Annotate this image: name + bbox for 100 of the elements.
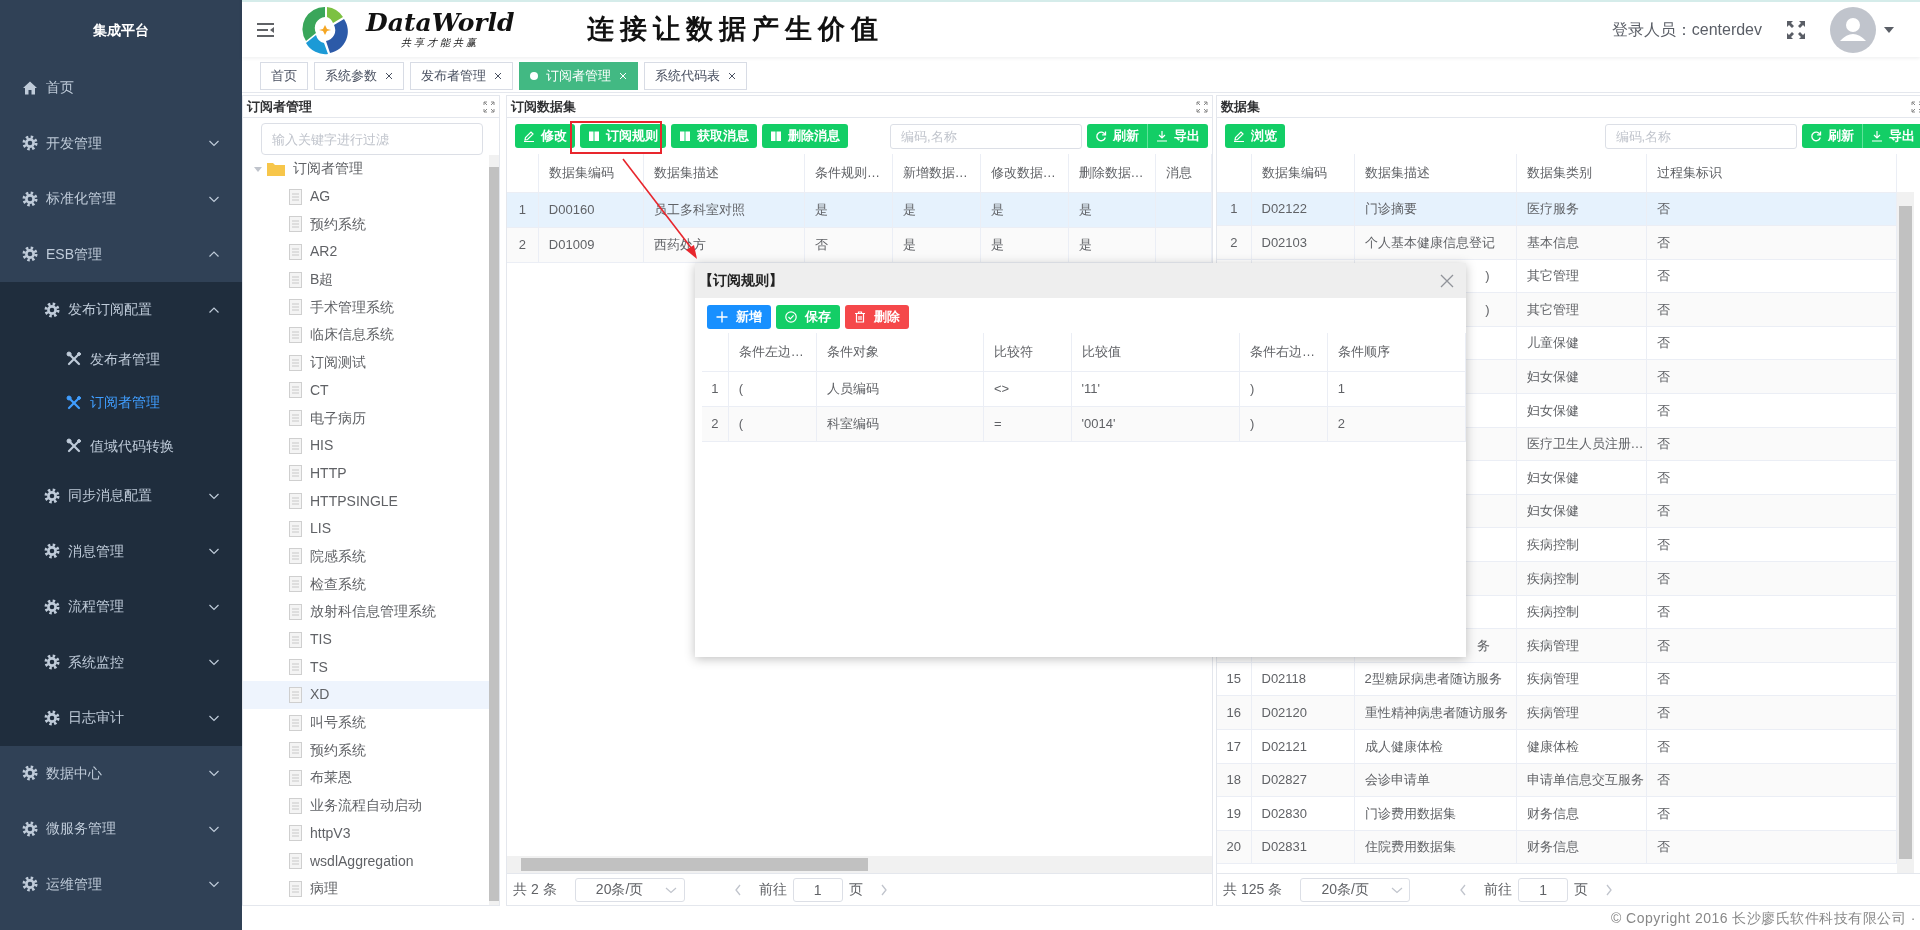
tree-item[interactable]: 预约系统 (243, 736, 489, 765)
page-tab[interactable]: 发布者管理 (410, 62, 513, 90)
table-row[interactable]: 1 D02122 门诊摘要 医疗服务 否 (1217, 192, 1896, 226)
tree-item[interactable]: 放射科信息管理系统 (243, 598, 489, 626)
menu-item[interactable]: 开发管理 (0, 115, 242, 171)
tree-item[interactable]: TIS (243, 625, 489, 654)
table-row[interactable]: 18 D02827 会诊申请单 申请单信息交互服务 否 (1217, 763, 1896, 797)
menu-item[interactable]: ESB管理 (0, 226, 242, 282)
scrollbar[interactable] (507, 856, 1212, 873)
close-icon[interactable] (494, 72, 502, 80)
tree-item[interactable]: 院感系统 (243, 542, 489, 571)
expand-icon[interactable] (1196, 100, 1208, 113)
tree-item[interactable]: 电子病历 (243, 404, 489, 432)
search-field[interactable]: 编码,名称 (1604, 123, 1797, 149)
gear-icon (44, 598, 60, 615)
tree-item[interactable]: 叫号系统 (243, 708, 489, 737)
close-icon[interactable] (385, 72, 393, 80)
tree-item[interactable]: 订阅测试 (243, 348, 489, 377)
tree-item[interactable]: 预约系统 (243, 210, 489, 239)
tree-item[interactable]: LIS (243, 514, 489, 543)
column-header[interactable]: 过程集标识 (1646, 154, 1896, 192)
table-row[interactable]: 16 D02120 重性精神病患者随访服务 疾病管理 否 (1217, 695, 1896, 730)
tree-item[interactable]: B超 (243, 265, 489, 294)
tools-icon (66, 438, 82, 455)
column-header[interactable]: 条件右边… (1239, 333, 1328, 371)
tree-item[interactable]: 病理 (243, 874, 489, 903)
column-header[interactable]: 数据集描述 (643, 154, 805, 192)
scrollbar[interactable] (489, 155, 499, 905)
column-header[interactable]: 消息 (1155, 154, 1212, 192)
column-header[interactable]: 数据集编码 (538, 154, 644, 192)
column-header[interactable]: 数据集类别 (1516, 154, 1646, 192)
menu-item[interactable]: 运维管理 (0, 856, 242, 912)
filter-field[interactable]: 输入关键字进行过滤 (261, 123, 483, 155)
menu-item[interactable]: 发布订阅配置 (0, 282, 242, 338)
tree-item[interactable]: 订阅者管理 (243, 155, 489, 183)
menu-item[interactable]: 数据中心 (0, 745, 242, 801)
page-size-select[interactable]: 20条/页 (1300, 877, 1411, 902)
row-number: 15 (1217, 662, 1251, 696)
tree-item[interactable]: XD (243, 681, 489, 709)
menu-item[interactable]: 值域代码转换 (0, 424, 242, 468)
column-header[interactable]: 数据集描述 (1354, 154, 1516, 192)
menu-item[interactable]: 同步消息配置 (0, 468, 242, 524)
menu-item[interactable]: 微服务管理 (0, 801, 242, 857)
panel-title: 订阅者管理 (247, 97, 312, 116)
page-tab[interactable]: 系统代码表 (644, 62, 747, 90)
column-header[interactable]: 条件左边… (728, 333, 817, 371)
expand-icon[interactable] (1910, 100, 1920, 113)
tree-item[interactable]: CT (243, 376, 489, 405)
tree-item[interactable]: 临床信息系统 (243, 321, 489, 349)
tree-item[interactable]: 业务流程自动启动 (243, 791, 489, 820)
menu-item[interactable]: 首页 (0, 60, 242, 116)
column-header[interactable]: 比较值 (1071, 333, 1240, 371)
menu-item[interactable]: 流程管理 (0, 579, 242, 635)
menu-item[interactable]: 订阅者管理 (0, 381, 242, 425)
column-header[interactable]: 新增数据… (892, 154, 981, 192)
column-header[interactable]: 条件对象 (816, 333, 984, 371)
tree-item[interactable]: HTTP (243, 459, 489, 488)
page-tab[interactable]: 系统参数 (314, 62, 404, 90)
table-row[interactable]: 17 D02121 成人健康体检 健康体检 否 (1217, 729, 1896, 764)
table-cell: 否 (1646, 595, 1896, 629)
table-cell: 是 (980, 227, 1068, 262)
column-header[interactable]: 比较符 (983, 333, 1072, 371)
column-header[interactable]: 条件顺序 (1327, 333, 1466, 371)
fullscreen-icon[interactable] (1786, 19, 1806, 40)
page-size-select[interactable]: 20条/页 (574, 877, 685, 902)
search-field[interactable]: 编码,名称 (890, 123, 1082, 149)
tree-item[interactable]: TS (243, 653, 489, 682)
table-cell: D02122 (1251, 192, 1354, 226)
menu-item[interactable]: 日志审计 (0, 690, 242, 746)
table-row[interactable]: 20 D02831 住院费用数据集 财务信息 否 (1217, 830, 1896, 864)
menu-icon[interactable] (256, 20, 276, 39)
tree-item[interactable]: AG (243, 182, 489, 211)
table-row[interactable]: 19 D02830 门诊费用数据集 财务信息 否 (1217, 796, 1896, 831)
tree-item[interactable]: HTTPSINGLE (243, 487, 489, 515)
menu-item[interactable]: 系统监控 (0, 634, 242, 690)
menu-item[interactable]: 发布者管理 (0, 337, 242, 381)
column-header[interactable]: 删除数据… (1068, 154, 1156, 192)
caret-icon[interactable] (1884, 27, 1894, 34)
page-tab[interactable]: 首页 (260, 62, 308, 90)
tree-item[interactable]: wsdlAggregation (243, 847, 489, 875)
expand-icon[interactable] (483, 100, 495, 113)
avatar-icon[interactable] (1830, 6, 1876, 53)
tree-item[interactable]: 检查系统 (243, 570, 489, 598)
page-field[interactable]: 1 (792, 877, 843, 902)
tree-item[interactable]: 手术管理系统 (243, 293, 489, 322)
close-icon[interactable] (728, 72, 736, 80)
table-row[interactable]: 15 D02118 2型糖尿病患者随访服务 疾病管理 否 (1217, 662, 1896, 696)
table-row[interactable]: 2 D02103 个人基本健康信息登记 基本信息 否 (1217, 225, 1896, 260)
menu-item[interactable]: 消息管理 (0, 523, 242, 579)
tree-item[interactable]: AR2 (243, 238, 489, 266)
tree-item[interactable]: HIS (243, 431, 489, 460)
page-field[interactable]: 1 (1518, 877, 1569, 902)
column-header[interactable]: 修改数据… (980, 154, 1068, 192)
tree-item[interactable]: httpV3 (243, 819, 489, 848)
menu-item[interactable]: 标准化管理 (0, 171, 242, 227)
column-header[interactable]: 条件规则… (804, 154, 893, 192)
delete-button[interactable]: 删除 (845, 305, 909, 329)
file-icon (289, 382, 302, 399)
tree-item[interactable]: 布莱恩 (243, 764, 489, 792)
column-header[interactable]: 数据集编码 (1251, 154, 1354, 192)
